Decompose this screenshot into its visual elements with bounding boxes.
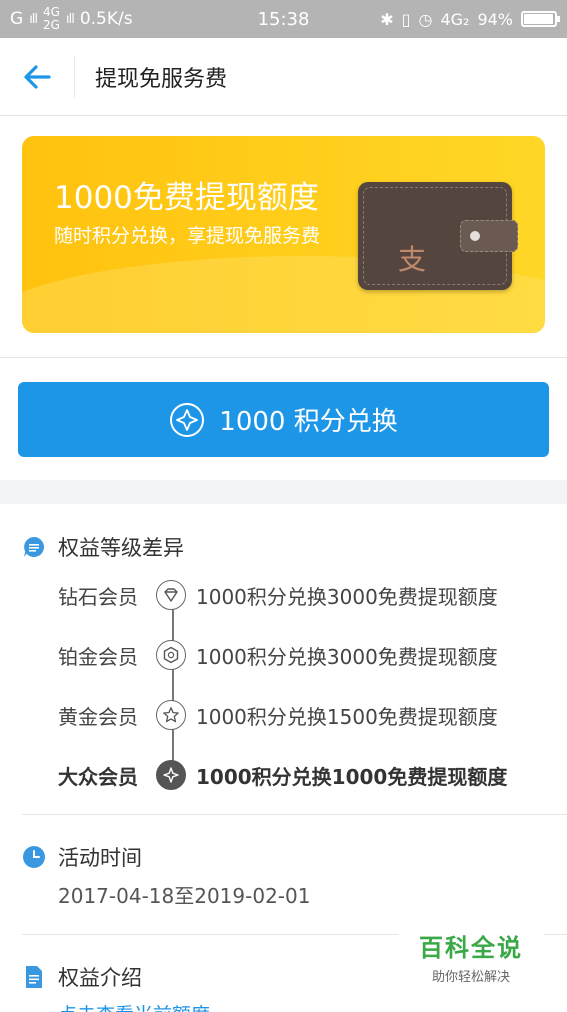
- exchange-button[interactable]: 1000 积分兑换: [18, 382, 549, 457]
- level-item-gold: 黄金会员 1000积分兑换1500免费提现额度: [58, 685, 548, 745]
- view-quota-link[interactable]: 点击查看当前额度: [58, 1000, 210, 1012]
- carrier-label: G: [10, 9, 24, 29]
- exchange-button-label: 1000 积分兑换: [219, 407, 398, 437]
- bluetooth-icon: ✱: [380, 9, 394, 29]
- chat-bubble-icon: [24, 537, 45, 557]
- signal-icon: ıll: [29, 11, 38, 27]
- banner-subtitle: 随时积分兑换，享提现免服务费: [54, 225, 321, 247]
- banner-title: 1000免费提现额度: [54, 180, 319, 216]
- watermark-logo: 百科全说 助你轻松解决: [398, 920, 544, 992]
- diamond-icon: [156, 580, 186, 610]
- network-type-right: 4G₂: [440, 9, 470, 29]
- wallet-icon: 支: [358, 182, 518, 290]
- compass-icon: [170, 402, 205, 437]
- clock-icon: [23, 846, 45, 868]
- battery-percent: 94%: [477, 9, 513, 29]
- app-header: 提现免服务费: [0, 38, 567, 116]
- benefits-heading: 权益等级差异: [22, 532, 184, 562]
- level-item-standard: 大众会员 1000积分兑换1000免费提现额度: [58, 745, 548, 805]
- divider: [22, 814, 567, 815]
- activity-date-range: 2017-04-18至2019-02-01: [58, 884, 311, 908]
- star-icon: [156, 700, 186, 730]
- level-timeline: [172, 595, 174, 775]
- level-item-diamond: 钻石会员 1000积分兑换3000免费提现额度: [58, 565, 548, 625]
- document-icon: [26, 966, 42, 988]
- clock: 15:38: [257, 8, 310, 30]
- level-list: 钻石会员 1000积分兑换3000免费提现额度 铂金会员 1000积分兑换300…: [58, 565, 548, 805]
- alarm-icon: ◷: [418, 9, 433, 29]
- network-speed: 0.5K/s: [79, 9, 133, 29]
- compass-icon: [156, 760, 186, 790]
- battery-icon: [521, 11, 560, 27]
- activity-heading: 活动时间: [22, 842, 142, 872]
- vibrate-icon: ▯: [401, 9, 411, 29]
- arrow-left-icon: [24, 64, 51, 89]
- page-title: 提现免服务费: [95, 66, 228, 92]
- network-type: 4G 2G: [43, 5, 60, 32]
- intro-heading: 权益介绍: [22, 962, 142, 992]
- divider: [0, 357, 567, 358]
- signal-icon: ıll: [65, 11, 75, 27]
- hexagon-icon: [156, 640, 186, 670]
- status-bar: G ıll 4G 2G ıll 0.5K/s 15:38 ✱ ▯ ◷ 4G₂ 9…: [0, 0, 567, 38]
- level-item-platinum: 铂金会员 1000积分兑换3000免费提现额度: [58, 625, 548, 685]
- promo-banner: 1000免费提现额度 随时积分兑换，享提现免服务费 支: [22, 136, 545, 333]
- back-button[interactable]: [0, 55, 75, 98]
- alipay-logo: 支: [398, 243, 427, 276]
